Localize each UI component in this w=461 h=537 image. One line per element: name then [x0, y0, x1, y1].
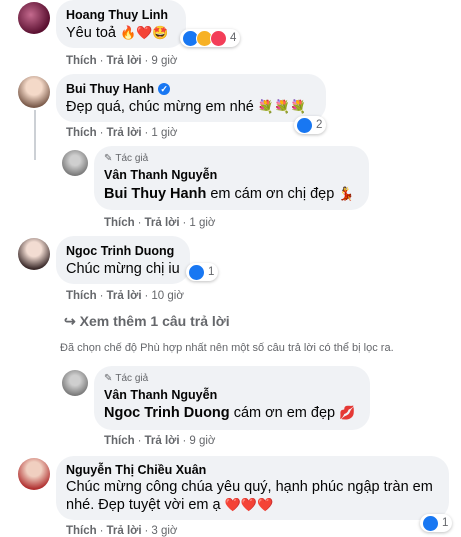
- avatar[interactable]: [18, 238, 50, 270]
- comment-emojis: ❤️❤️❤️: [224, 497, 274, 512]
- comment-time[interactable]: 3 giờ: [151, 525, 177, 537]
- author-tag: ✎ Tác giả: [104, 153, 148, 164]
- commenter-name[interactable]: Hoang Thuy Linh: [66, 8, 168, 22]
- comment-body: Chúc mừng chị iu: [66, 261, 180, 277]
- like-reaction-icon: [422, 514, 439, 532]
- mention-link[interactable]: Bui Thuy Hanh: [104, 186, 206, 202]
- comment-text: nhé. Đẹp tuyệt vời em ạ ❤️❤️❤️: [66, 497, 273, 513]
- love-reaction-icon: [210, 29, 227, 47]
- verified-badge-icon: ✓: [158, 83, 171, 95]
- reaction-summary[interactable]: 4: [180, 29, 241, 47]
- avatar[interactable]: [18, 76, 50, 108]
- reply-actions: Thích · Trả lời · 1 giờ: [104, 217, 216, 229]
- reaction-count: 2: [316, 119, 323, 131]
- comment-text: Yêu toả 🔥❤️🤩: [66, 25, 169, 41]
- comment-body: nhé. Đẹp tuyệt vời em ạ: [66, 497, 221, 513]
- comment-time[interactable]: 9 giờ: [151, 55, 177, 67]
- commenter-name[interactable]: Ngoc Trinh Duong: [66, 244, 174, 258]
- author-tag: ✎ Tác giả: [104, 373, 148, 384]
- like-link[interactable]: Thích: [66, 290, 97, 302]
- like-link[interactable]: Thích: [66, 525, 97, 537]
- thread-line: [34, 110, 36, 160]
- reply-actions: Thích · Trả lời · 9 giờ: [104, 435, 216, 447]
- like-link[interactable]: Thích: [66, 127, 97, 139]
- reply-link[interactable]: Trả lời: [145, 435, 180, 447]
- comment-body: Yêu toả: [66, 25, 116, 41]
- commenter-name-text[interactable]: Bui Thuy Hanh: [66, 82, 154, 96]
- comment-emojis: 💋: [339, 405, 356, 420]
- reply-link[interactable]: Trả lời: [145, 217, 180, 229]
- reaction-count: 4: [230, 32, 237, 44]
- like-reaction-icon: [296, 116, 313, 134]
- comment-text: Đẹp quá, chúc mừng em nhé 💐💐💐: [66, 99, 306, 115]
- comment-body: cám ơn em đẹp: [233, 405, 336, 421]
- reaction-summary[interactable]: 2: [294, 116, 327, 134]
- commenter-name[interactable]: Nguyễn Thị Chiều Xuân: [66, 463, 206, 477]
- comment-body: Đẹp quá, chúc mừng em nhé: [66, 99, 254, 115]
- comment-actions: Thích · Trả lời · 9 giờ: [66, 55, 178, 67]
- author-tag-label: Tác giả: [115, 153, 149, 164]
- comment-time[interactable]: 1 giờ: [189, 217, 215, 229]
- comment-actions: Thích · Trả lời · 10 giờ: [66, 290, 184, 302]
- reaction-summary[interactable]: 1: [186, 263, 219, 281]
- avatar[interactable]: [62, 370, 88, 396]
- reply-link[interactable]: Trả lời: [107, 127, 142, 139]
- commenter-name: Bui Thuy Hanh ✓: [66, 82, 171, 96]
- pencil-icon: ✎: [104, 153, 113, 164]
- comment-text: Ngoc Trinh Duong cám ơn em đẹp 💋: [104, 405, 355, 421]
- reply-link[interactable]: Trả lời: [107, 55, 142, 67]
- comment-text-line: Chúc mừng công chúa yêu quý, hạnh phúc n…: [66, 479, 433, 495]
- comment-emojis: 💃: [338, 186, 355, 201]
- comment-time[interactable]: 9 giờ: [189, 435, 215, 447]
- comment-text: Bui Thuy Hanh em cám ơn chị đẹp 💃: [104, 186, 355, 202]
- comment-actions: Thích · Trả lời · 3 giờ: [66, 525, 178, 537]
- comment-emojis: 💐💐💐: [257, 99, 307, 114]
- see-more-replies-link[interactable]: ↪ Xem thêm 1 câu trả lời: [64, 313, 230, 330]
- reply-link[interactable]: Trả lời: [107, 290, 142, 302]
- like-reaction-icon: [188, 263, 205, 281]
- comment-text: Chúc mừng chị iu: [66, 261, 180, 277]
- like-link[interactable]: Thích: [104, 217, 135, 229]
- like-link[interactable]: Thích: [66, 55, 97, 67]
- filter-notice: Đã chọn chế độ Phù hợp nhất nên một số c…: [60, 342, 394, 354]
- avatar[interactable]: [18, 2, 50, 34]
- comment-actions: Thích · Trả lời · 1 giờ: [66, 127, 178, 139]
- like-link[interactable]: Thích: [104, 435, 135, 447]
- avatar[interactable]: [62, 150, 88, 176]
- mention-link[interactable]: Ngoc Trinh Duong: [104, 405, 230, 421]
- comment-time[interactable]: 10 giờ: [151, 290, 183, 302]
- reaction-count: 1: [442, 517, 449, 529]
- comment-time[interactable]: 1 giờ: [151, 127, 177, 139]
- pencil-icon: ✎: [104, 373, 113, 384]
- comment-body: em cám ơn chị đẹp: [210, 186, 335, 202]
- commenter-name[interactable]: Vân Thanh Nguyễn: [104, 168, 217, 182]
- reaction-count: 1: [208, 266, 215, 278]
- commenter-name[interactable]: Vân Thanh Nguyễn: [104, 388, 217, 402]
- reply-link[interactable]: Trả lời: [107, 525, 142, 537]
- reaction-summary[interactable]: 1: [420, 514, 453, 532]
- comment-emojis: 🔥❤️🤩: [120, 25, 169, 40]
- avatar[interactable]: [18, 458, 50, 490]
- author-tag-label: Tác giả: [115, 373, 149, 384]
